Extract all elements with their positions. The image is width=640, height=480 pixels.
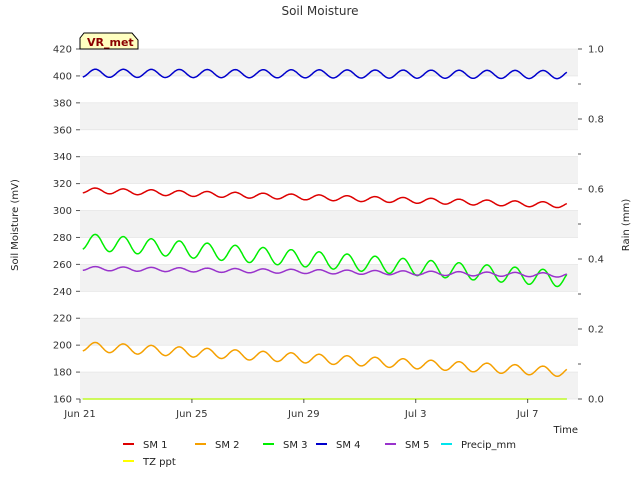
x-tick-label: Jul 3 bbox=[404, 409, 427, 420]
grid-band bbox=[80, 372, 578, 399]
grid-band bbox=[80, 102, 578, 130]
y-tick-label: 400 bbox=[53, 71, 72, 82]
y-tick-label: 360 bbox=[53, 125, 72, 136]
y2-tick-label: 1.0 bbox=[588, 45, 604, 56]
y-tick-label: 280 bbox=[53, 233, 72, 244]
grid-band bbox=[80, 129, 578, 157]
station-badge: VR_met bbox=[79, 32, 139, 50]
y-tick-label: 240 bbox=[53, 287, 72, 298]
x-tick-label: Jun 21 bbox=[63, 409, 96, 420]
y-axis-label: Soil Moisture (mV) bbox=[10, 179, 21, 271]
y-tick-label: 200 bbox=[53, 341, 72, 352]
soil-moisture-chart: 160 180 200 220 240 260 280 300 320 340 360 380 400 4… bbox=[10, 4, 632, 468]
y-tick-label: 300 bbox=[53, 206, 72, 217]
legend: SM 1 SM 2 SM 3 SM 4 SM 5 Precip_mm TZ ppt bbox=[123, 440, 516, 468]
grid-band bbox=[80, 183, 578, 211]
y-tick-label: 340 bbox=[53, 152, 72, 163]
y2-tick-label: 0.6 bbox=[588, 185, 604, 196]
grid-band bbox=[80, 49, 578, 76]
y-tick-label: 380 bbox=[53, 98, 72, 109]
x-tick-label: Jun 25 bbox=[175, 409, 208, 420]
y2-tick-label: 0.8 bbox=[588, 115, 604, 126]
y-tick-label: 220 bbox=[53, 314, 72, 325]
grid-band bbox=[80, 75, 578, 103]
grid-band bbox=[80, 318, 578, 346]
y2-tick-label: 0.4 bbox=[588, 255, 604, 266]
chart-title: Soil Moisture bbox=[281, 4, 358, 18]
grid-band bbox=[80, 345, 578, 373]
legend-label-sm-4: SM 4 bbox=[336, 440, 361, 451]
y-tick-label: 160 bbox=[53, 395, 72, 406]
x-axis-label: Time bbox=[553, 425, 578, 436]
y-tick-label: 320 bbox=[53, 179, 72, 190]
x-tick-label: Jul 7 bbox=[516, 409, 539, 420]
legend-label-sm-1: SM 1 bbox=[143, 440, 168, 451]
grid-band bbox=[80, 156, 578, 184]
legend-label-sm-3: SM 3 bbox=[283, 440, 308, 451]
grid-band bbox=[80, 291, 578, 319]
station-badge-text: VR_met bbox=[87, 36, 134, 49]
grid-band bbox=[80, 210, 578, 238]
legend-label-sm-2: SM 2 bbox=[215, 440, 240, 451]
legend-label-sm-5: SM 5 bbox=[405, 440, 430, 451]
y2-axis-label: Rain (mm) bbox=[621, 199, 632, 252]
legend-label-tz-ppt: TZ ppt bbox=[142, 457, 176, 468]
y2-tick-label: 0.0 bbox=[588, 395, 604, 406]
x-tick-label: Jun 29 bbox=[287, 409, 320, 420]
y2-tick-label: 0.2 bbox=[588, 325, 604, 336]
legend-label-precip-mm: Precip_mm bbox=[461, 440, 516, 451]
y-tick-label: 420 bbox=[53, 45, 72, 56]
y-tick-label: 260 bbox=[53, 260, 72, 271]
y-tick-label: 180 bbox=[53, 368, 72, 379]
